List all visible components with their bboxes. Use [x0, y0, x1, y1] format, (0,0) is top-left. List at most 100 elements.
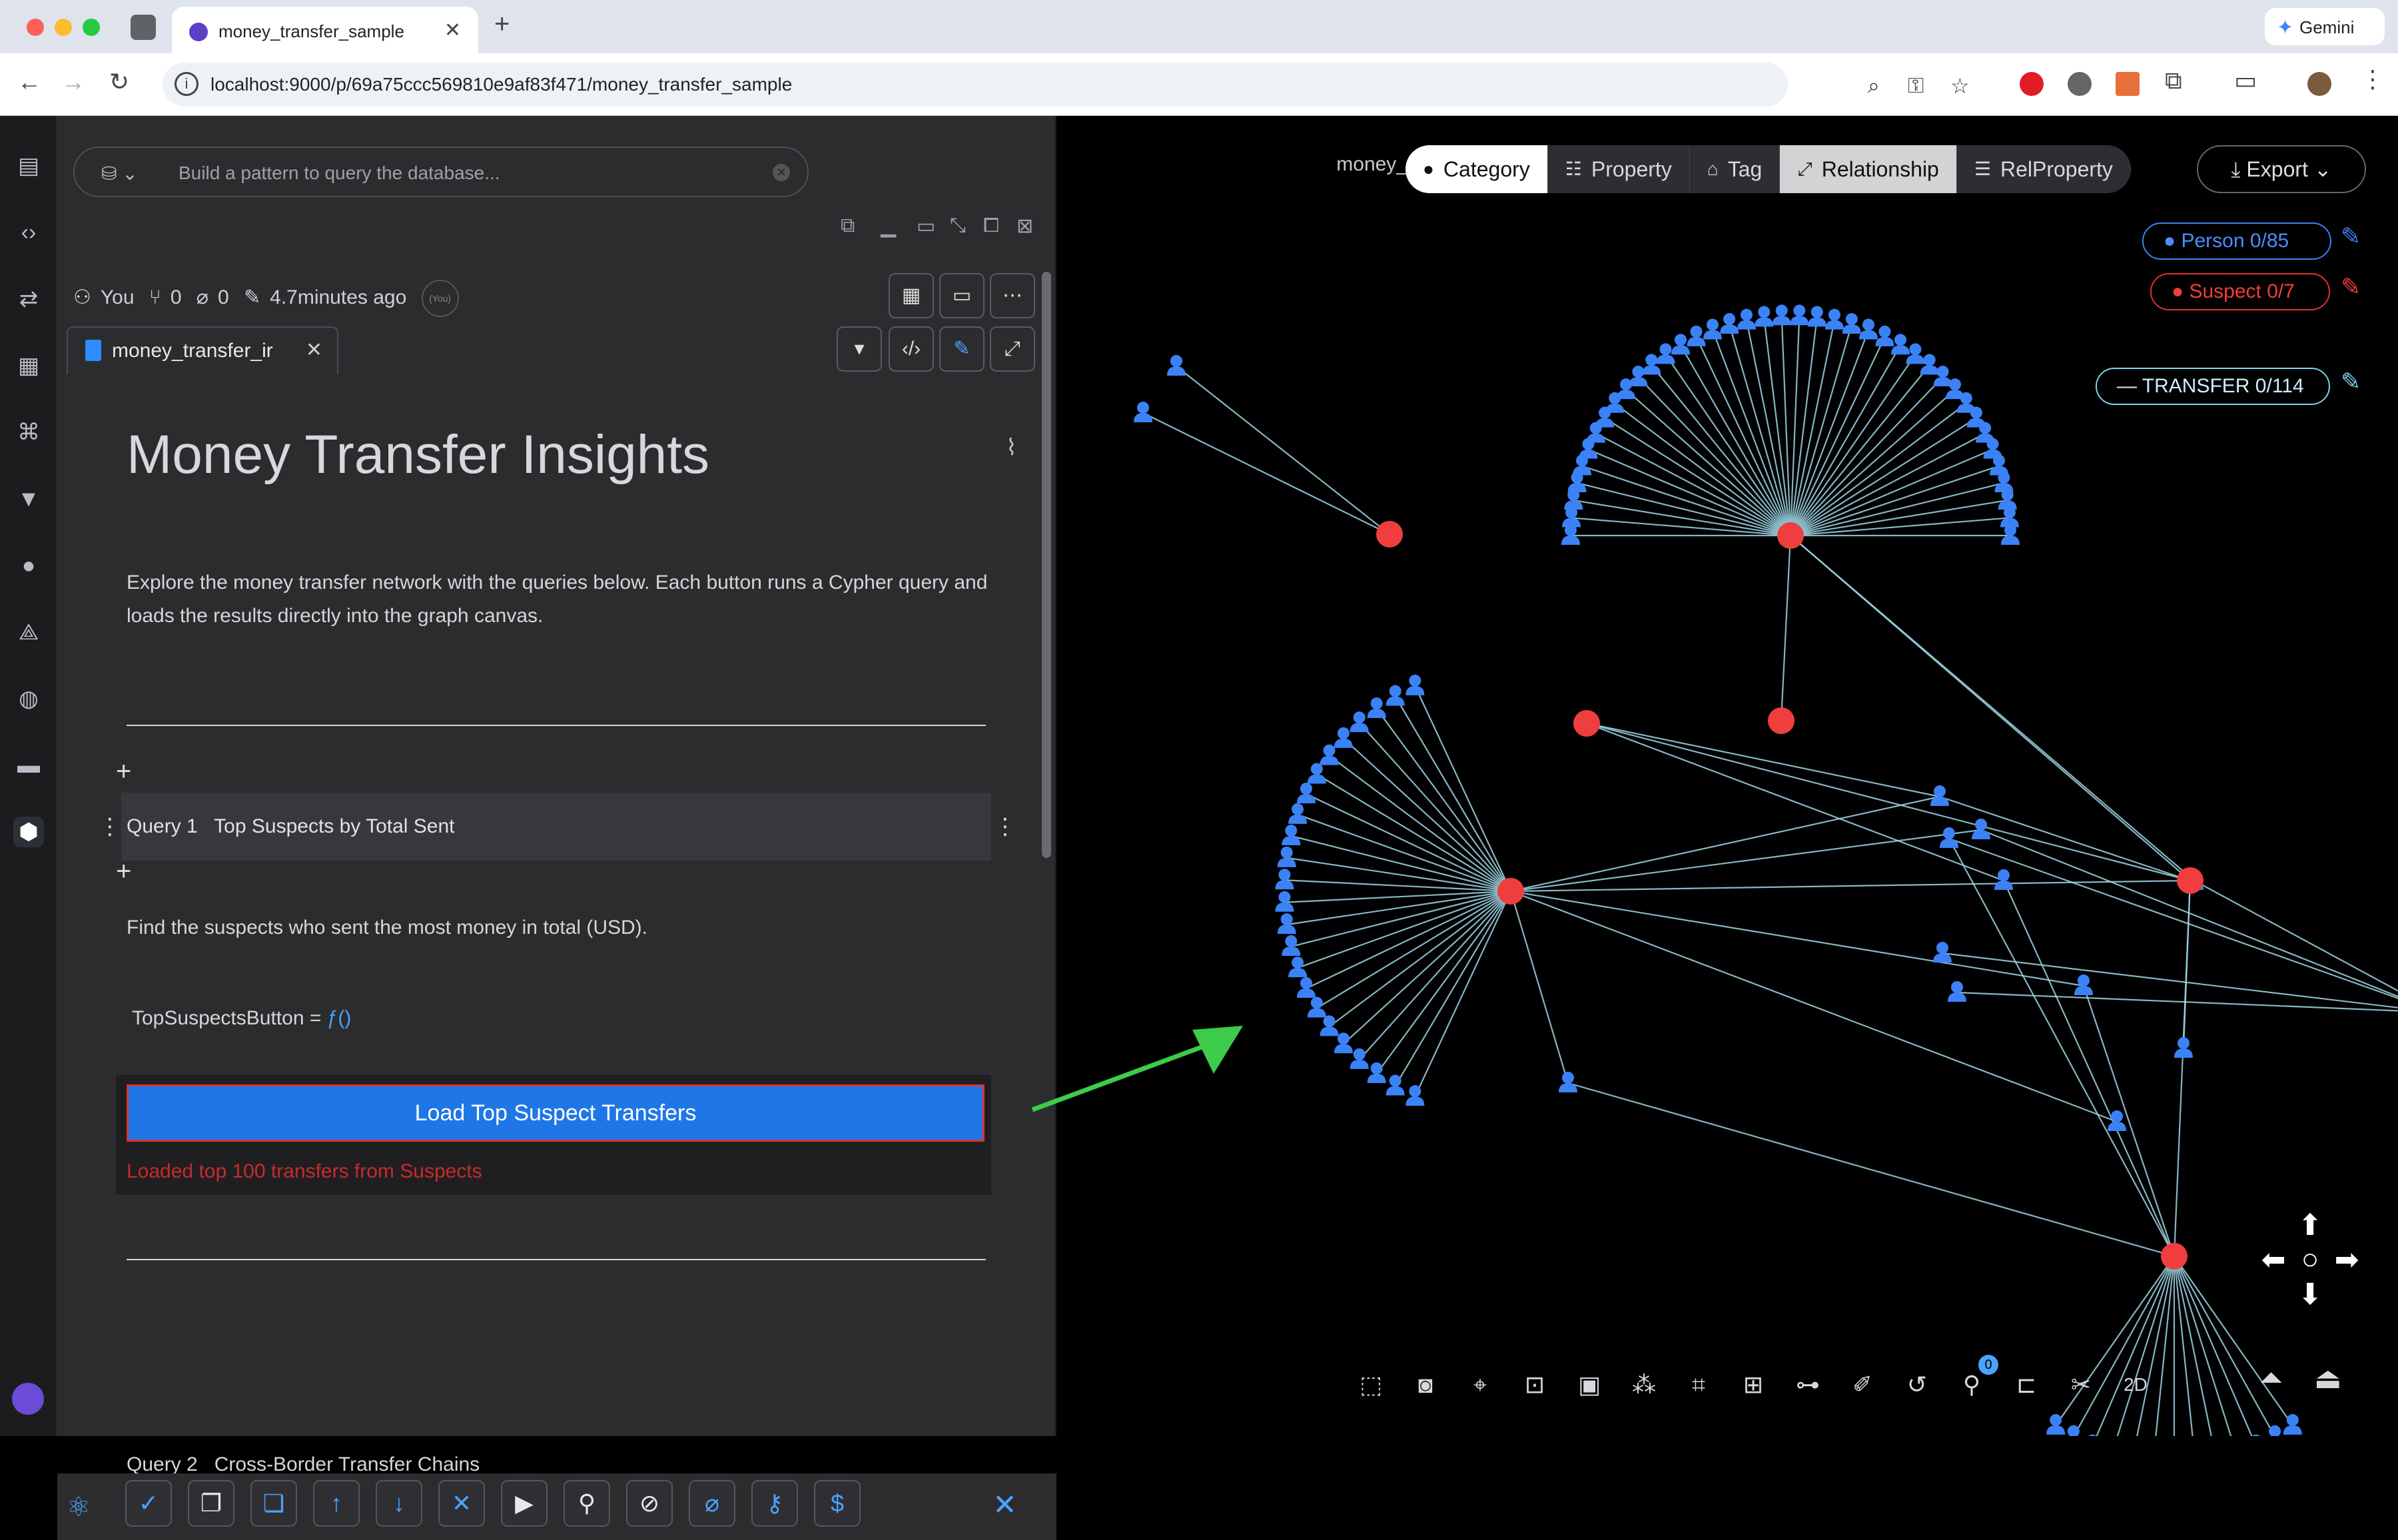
image-export-icon[interactable]: ▣	[1567, 1359, 1612, 1411]
transfer-edge[interactable]	[2082, 985, 2176, 1257]
site-info-icon[interactable]: i	[175, 72, 199, 96]
transfer-edge[interactable]	[1343, 737, 1511, 892]
camera-tilt-icon[interactable]: ⏶	[2259, 1361, 2283, 1395]
browser-tab[interactable]: money_transfer_sample ✕	[172, 7, 478, 53]
pan-center-icon[interactable]: ○	[2293, 1243, 2327, 1276]
expand-button[interactable]: ⤢	[990, 326, 1035, 372]
transfer-arrows-icon[interactable]: ⇄	[13, 284, 44, 314]
forward-button[interactable]: →	[61, 68, 85, 96]
segment-relationship[interactable]: ⤢ Relationship	[1780, 145, 1957, 193]
person-node[interactable]	[1275, 869, 1294, 890]
transfer-edge[interactable]	[1358, 891, 1511, 1060]
table-icon[interactable]: ▦	[13, 350, 44, 381]
add-cell-button[interactable]: +	[116, 857, 131, 887]
code-view-button[interactable]: ‹/›	[889, 326, 934, 372]
browser-menu-icon[interactable]: ⋮	[2361, 65, 2385, 93]
close-toolbar-icon[interactable]: ✕	[993, 1488, 1017, 1522]
pan-up-icon[interactable]: ⬆	[2293, 1208, 2327, 1242]
load-top-suspect-transfers-button[interactable]: Load Top Suspect Transfers	[127, 1084, 985, 1142]
cube-icon[interactable]: ⬢	[13, 817, 44, 847]
person-node[interactable]	[1790, 304, 1809, 326]
transfer-edge[interactable]	[1581, 465, 1791, 537]
suspect-node[interactable]	[1376, 521, 1403, 548]
lasso-select-icon[interactable]: ⊡	[1512, 1359, 1557, 1411]
transfer-edge[interactable]	[1789, 330, 1870, 536]
dollar-button[interactable]: $	[814, 1480, 861, 1527]
graph-canvas[interactable]: money_transfer_sample / Unsaved View* ⌄ …	[1058, 116, 2398, 1436]
person-node[interactable]	[1642, 354, 1661, 375]
person-node[interactable]	[1687, 325, 1706, 346]
suspect-node[interactable]	[1497, 878, 1524, 905]
delete-cell-button[interactable]: ✕	[438, 1480, 485, 1527]
transfer-edge[interactable]	[1176, 366, 1390, 535]
person-node[interactable]	[1296, 977, 1316, 998]
database-icon[interactable]: ⛁ ⌄	[101, 163, 138, 185]
password-key-icon[interactable]: ⚿	[1908, 73, 1924, 99]
maximize-panel-icon[interactable]: ▭	[917, 214, 935, 238]
person-node[interactable]	[2174, 1037, 2193, 1058]
copy-button[interactable]: ❐	[188, 1480, 234, 1527]
person-node[interactable]	[2265, 1425, 2284, 1436]
person-node[interactable]	[1859, 318, 1878, 340]
address-bar[interactable]: i localhost:9000/p/69a75ccc569810e9af83f…	[163, 63, 1970, 107]
person-node[interactable]	[1296, 782, 1316, 803]
transfer-edge[interactable]	[2182, 880, 2192, 1049]
person-node[interactable]	[2108, 1110, 2126, 1131]
run-cell-button[interactable]: ▶	[501, 1480, 548, 1527]
attach-button[interactable]: ⌀	[689, 1480, 735, 1527]
person-node[interactable]	[1755, 306, 1774, 327]
restore-window-icon[interactable]: ⧉	[841, 214, 855, 237]
suspect-style-brush-icon[interactable]: ✎	[2341, 273, 2361, 301]
transfer-edge[interactable]	[1980, 829, 2398, 1012]
graph-svg[interactable]	[1058, 116, 2398, 1436]
add-cell-button[interactable]: +	[116, 757, 131, 787]
person-node[interactable]	[1737, 308, 1756, 330]
transfer-edge[interactable]	[1328, 891, 1511, 1028]
opera-extension-icon[interactable]	[2020, 72, 2044, 96]
transfer-edge[interactable]	[1376, 708, 1511, 892]
popout-icon[interactable]: ⧠	[983, 214, 999, 237]
transfer-edge[interactable]	[1394, 891, 1511, 1087]
transfer-edge[interactable]	[1316, 773, 1511, 892]
globe-icon[interactable]: ◍	[13, 683, 44, 714]
transfer-edge[interactable]	[1510, 879, 2191, 893]
open-folder-button[interactable]: ▭	[939, 273, 985, 318]
hide-button[interactable]: ⊘	[626, 1480, 673, 1527]
gemini-button[interactable]: ✦ Gemini	[2265, 8, 2385, 45]
person-node[interactable]	[1559, 1072, 1577, 1092]
person-node[interactable]	[1405, 1085, 1425, 1106]
folder-icon[interactable]: ▬	[13, 750, 44, 781]
mode-2d-toggle[interactable]: 2D	[2113, 1359, 2158, 1411]
transfer-edge[interactable]	[1948, 837, 2398, 1012]
paste-button[interactable]: ❏	[250, 1480, 297, 1527]
transfer-edge[interactable]	[1711, 330, 1792, 536]
person-node[interactable]	[1703, 318, 1722, 340]
transfer-edge[interactable]	[2173, 1256, 2216, 1436]
transfer-edge[interactable]	[1316, 891, 1511, 1009]
inspect-icon[interactable]: ⊏	[2004, 1359, 2049, 1411]
add-node-icon[interactable]: ⊞	[1731, 1359, 1776, 1411]
cluster-icon[interactable]: ⁂	[1621, 1359, 1667, 1411]
transfer-edge[interactable]	[1414, 891, 1511, 1097]
close-file-tab-icon[interactable]: ✕	[306, 338, 322, 362]
export-button[interactable]: ⤓ Export ⌄	[2197, 145, 2366, 193]
check-button[interactable]: ✓	[125, 1480, 172, 1527]
person-node[interactable]	[1920, 354, 1939, 375]
person-node[interactable]	[1386, 1074, 1405, 1096]
react-icon[interactable]: ⚛	[67, 1492, 91, 1523]
close-tab-icon[interactable]: ✕	[444, 19, 461, 42]
file-icon[interactable]: ▤	[13, 151, 44, 181]
transfer-edge[interactable]	[1948, 838, 2175, 1257]
compass-extension-icon[interactable]	[2068, 72, 2092, 96]
pan-down-icon[interactable]: ⬇	[2293, 1278, 2327, 1312]
person-node[interactable]	[1561, 524, 1580, 545]
query1-header-cell[interactable]: Query 1 Top Suspects by Total Sent	[121, 793, 991, 861]
legend-transfer[interactable]: — TRANSFER 0/114	[2096, 368, 2330, 405]
legend-person[interactable]: ● Person 0/85	[2142, 222, 2331, 260]
person-node[interactable]	[1307, 763, 1326, 784]
extensions-puzzle-icon[interactable]: ⧉	[2165, 67, 2182, 95]
link-hook-icon[interactable]: ⌇	[1006, 434, 1017, 461]
person-node[interactable]	[1386, 685, 1405, 706]
person-node[interactable]	[1948, 981, 1966, 1002]
transfer-edge[interactable]	[1414, 685, 1511, 892]
